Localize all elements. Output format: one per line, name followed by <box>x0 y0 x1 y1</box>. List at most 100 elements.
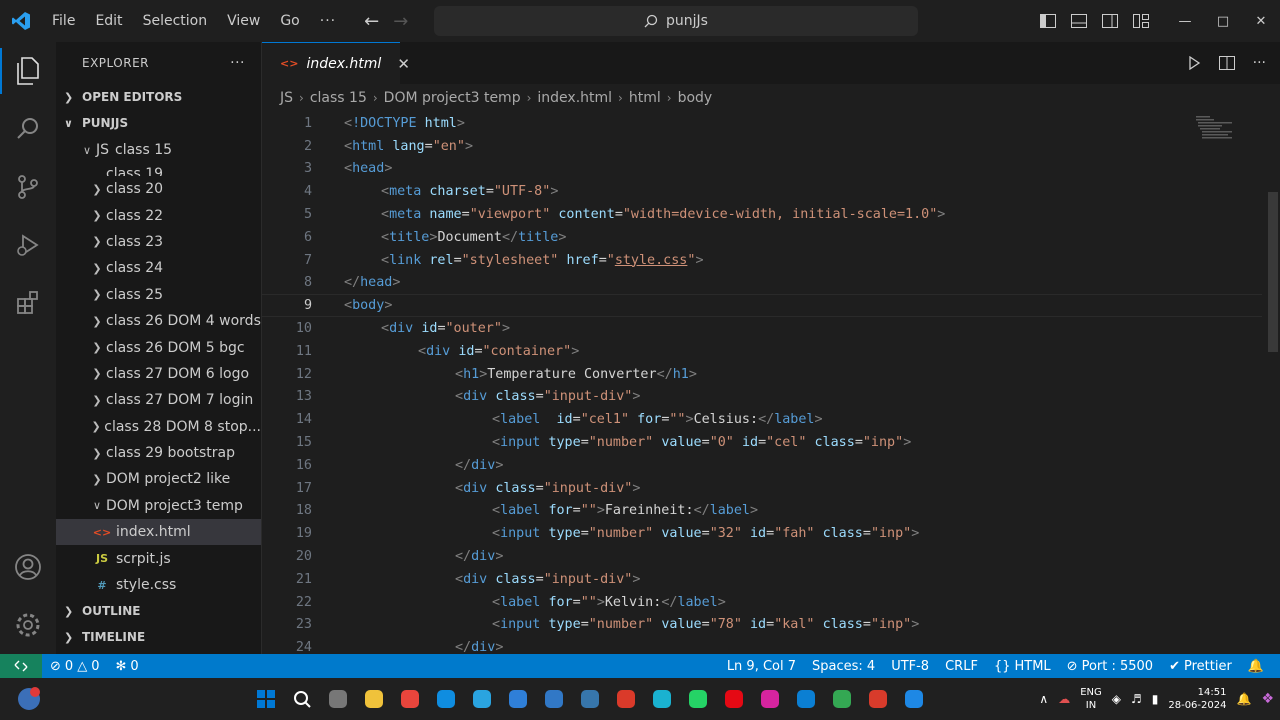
code-line[interactable]: 12 <h1>Temperature Converter</h1> <box>262 363 1262 386</box>
code-line[interactable]: 20 </div> <box>262 545 1262 568</box>
code-line[interactable]: 2 <html lang="en"> <box>262 135 1262 158</box>
tab-index-html[interactable]: <> index.html ✕ <box>262 42 410 84</box>
menu-selection[interactable]: Selection <box>133 0 218 42</box>
vscode-icon[interactable] <box>792 685 820 713</box>
maximize-icon[interactable]: □ <box>1204 0 1242 42</box>
folder-item[interactable]: ❯ class 23 <box>56 229 261 255</box>
folder-item[interactable]: ❯ class 25 <box>56 282 261 308</box>
netflix-icon[interactable] <box>720 685 748 713</box>
project-section[interactable]: ∨ PUNJJS <box>56 110 261 136</box>
copilot-icon[interactable]: ❖ <box>1261 691 1274 707</box>
language-mode[interactable]: {} HTML <box>986 659 1059 674</box>
file-item[interactable]: JS scrpit.js <box>56 545 261 571</box>
photos-icon[interactable] <box>900 685 928 713</box>
folder-item[interactable]: ❯ class 27 DOM 7 login <box>56 387 261 413</box>
file-item[interactable]: <> index.html <box>56 519 261 546</box>
encoding[interactable]: UTF-8 <box>883 659 937 674</box>
breadcrumb-item[interactable]: html <box>629 90 661 106</box>
code-line[interactable]: 1 <!DOCTYPE html> <box>262 112 1262 135</box>
clock[interactable]: 14:51 28-06-2024 <box>1168 686 1226 712</box>
code-line[interactable]: 15 <input type="number" value="0" id="cel… <box>262 431 1262 454</box>
code-line[interactable]: 14 <label id="cel1" for="">Celsius:</labe… <box>262 408 1262 431</box>
file-item[interactable]: # style.css <box>56 572 261 598</box>
toggle-panel-icon[interactable] <box>1063 0 1094 42</box>
code-line[interactable]: 9 <body> <box>262 294 1262 318</box>
code-line[interactable]: 5 <meta name="viewport" content="width=de… <box>262 203 1262 226</box>
volume-icon[interactable]: ♬ <box>1131 692 1142 706</box>
open-editors-section[interactable]: ❯ OPEN EDITORS <box>56 84 261 110</box>
code-line[interactable]: 23 <input type="number" value="78" id="ka… <box>262 614 1262 637</box>
instagram-icon[interactable] <box>756 685 784 713</box>
chevron-up-icon[interactable]: ∧ <box>1039 692 1048 706</box>
manage-gear-icon[interactable] <box>0 596 56 654</box>
edge-icon[interactable] <box>432 685 460 713</box>
code-line[interactable]: 18 <label for="">Fareinheit:</label> <box>262 500 1262 523</box>
folder-item[interactable]: ❯ class 27 DOM 6 logo <box>56 361 261 387</box>
battery-icon[interactable]: ▮ <box>1152 692 1159 706</box>
breadcrumb-item[interactable]: class 15 <box>310 90 367 106</box>
code-line[interactable]: 7 <link rel="stylesheet" href="style.css"… <box>262 249 1262 272</box>
run-debug-icon[interactable] <box>0 216 56 274</box>
menu-go[interactable]: Go <box>270 0 309 42</box>
widgets-icon[interactable] <box>16 686 42 716</box>
scrollbar-thumb[interactable] <box>1268 192 1278 352</box>
ports-indicator[interactable]: ✻ 0 <box>107 659 146 674</box>
breadcrumb-item[interactable]: JS <box>280 90 293 106</box>
breadcrumb-item[interactable]: index.html <box>537 90 612 106</box>
forward-arrow-icon[interactable]: → <box>393 11 408 32</box>
store-icon[interactable] <box>504 685 532 713</box>
vertical-scrollbar[interactable] <box>1266 112 1280 654</box>
prettier-status[interactable]: ✔ Prettier <box>1161 659 1240 674</box>
cloud-icon[interactable]: ☁ <box>1058 692 1070 706</box>
code-line[interactable]: 8 </head> <box>262 272 1262 295</box>
command-center-search[interactable]: punjJs <box>434 6 918 36</box>
file-explorer-icon[interactable] <box>360 685 388 713</box>
search-icon[interactable] <box>0 100 56 158</box>
vpn-icon[interactable] <box>540 685 568 713</box>
menu-file[interactable]: File <box>42 0 85 42</box>
back-arrow-icon[interactable]: ← <box>364 11 379 32</box>
code-line[interactable]: 13 <div class="input-div"> <box>262 386 1262 409</box>
problems-indicator[interactable]: ⊘ 0 △ 0 <box>42 659 107 674</box>
adobe-icon[interactable] <box>612 685 640 713</box>
toggle-secondary-sidebar-icon[interactable] <box>1094 0 1125 42</box>
chrome-icon[interactable] <box>396 685 424 713</box>
cortana-icon[interactable] <box>648 685 676 713</box>
customize-layout-icon[interactable] <box>1125 0 1156 42</box>
code-line[interactable]: 19 <input type="number" value="32" id="fa… <box>262 522 1262 545</box>
telegram-icon[interactable] <box>468 685 496 713</box>
folder-item[interactable]: ❯ class 20 <box>56 176 261 202</box>
close-icon[interactable]: ✕ <box>1242 0 1280 42</box>
chrome-alt-icon[interactable] <box>828 685 856 713</box>
menu-edit[interactable]: Edit <box>85 0 132 42</box>
code-line[interactable]: 4 <meta charset="UTF-8"> <box>262 180 1262 203</box>
code-line[interactable]: 21 <div class="input-div"> <box>262 568 1262 591</box>
folder-dom-project3[interactable]: ∨ DOM project3 temp <box>56 493 261 519</box>
folder-item[interactable]: ❯ class 24 <box>56 255 261 281</box>
excel-icon[interactable] <box>864 685 892 713</box>
task-view-icon[interactable] <box>324 685 352 713</box>
folder-class-15[interactable]: ∨ JS class 15 <box>56 136 261 164</box>
timeline-section[interactable]: ❯ TIMELINE <box>56 624 261 650</box>
folder-item[interactable]: ❯ class 26 DOM 4 words <box>56 308 261 334</box>
vscode-logo-icon[interactable] <box>0 0 42 42</box>
source-control-icon[interactable] <box>0 158 56 216</box>
explorer-more-button[interactable]: ··· <box>230 55 245 71</box>
notifications-bell-icon[interactable]: 🔔 <box>1240 659 1272 674</box>
toggle-sidebar-icon[interactable] <box>1032 0 1063 42</box>
outline-section[interactable]: ❯ OUTLINE <box>56 598 261 624</box>
code-line[interactable]: 3 <head> <box>262 158 1262 181</box>
account-icon[interactable] <box>0 538 56 596</box>
folder-item[interactable]: ❯ class 28 DOM 8 stop... <box>56 414 261 440</box>
close-icon[interactable]: ✕ <box>397 55 410 73</box>
code-line[interactable]: 6 <title>Document</title> <box>262 226 1262 249</box>
cursor-position[interactable]: Ln 9, Col 7 <box>719 659 804 674</box>
folder-item[interactable]: ❯ class 26 DOM 5 bgc <box>56 334 261 360</box>
language-indicator[interactable]: ENG IN <box>1080 686 1102 712</box>
run-icon[interactable] <box>1187 56 1201 70</box>
whatsapp-icon[interactable] <box>684 685 712 713</box>
code-line[interactable]: 22 <label for="">Kelvin:</label> <box>262 591 1262 614</box>
code-line[interactable]: 17 <div class="input-div"> <box>262 477 1262 500</box>
windows-start-icon[interactable] <box>252 685 280 713</box>
live-server-port[interactable]: ⊘ Port : 5500 <box>1059 659 1161 674</box>
